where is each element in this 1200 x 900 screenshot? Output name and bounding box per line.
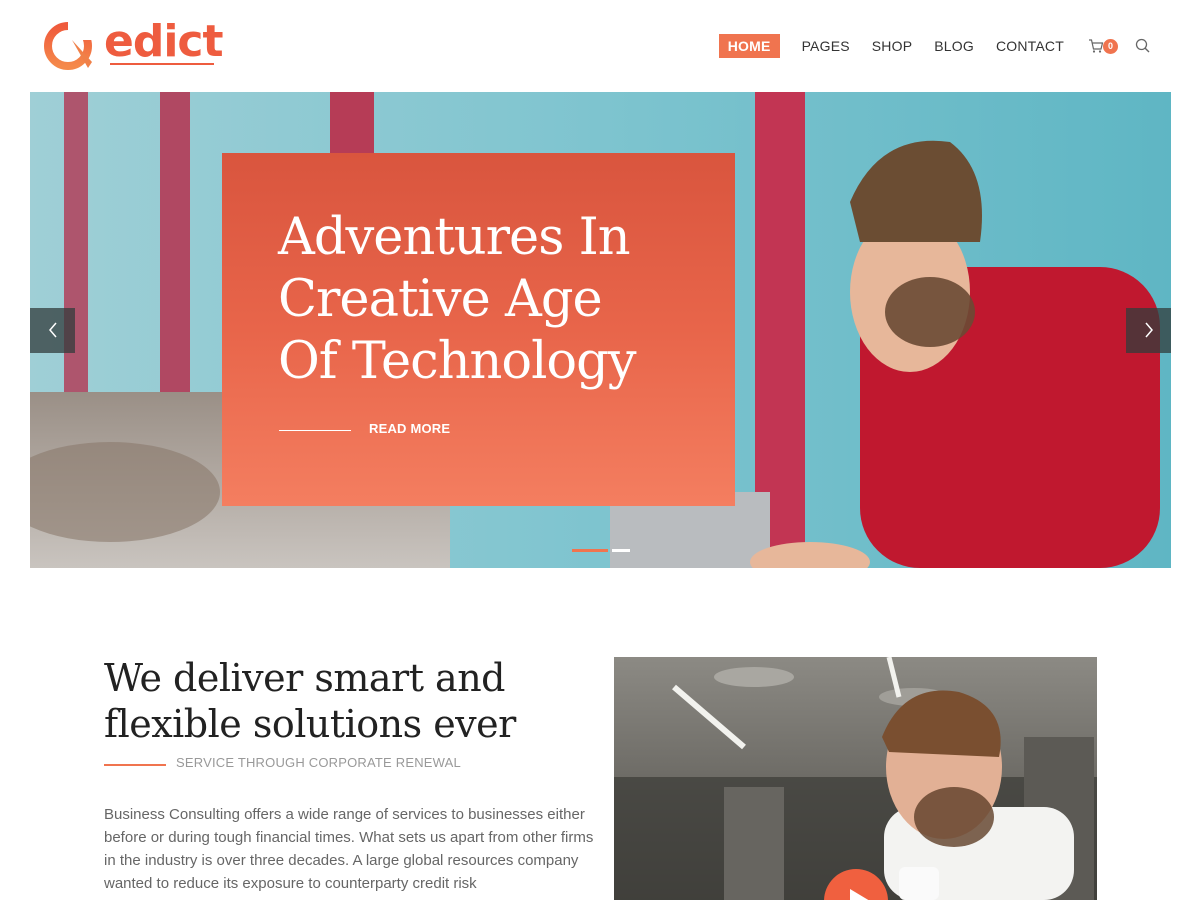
slider-next-button[interactable] [1126,308,1171,353]
site-header: edict HOME PAGES SHOP BLOG CONTACT 0 [0,0,1200,92]
read-more-link[interactable]: READ MORE [369,421,450,436]
logo-mark-icon [44,22,94,70]
section-heading-line: flexible solutions ever [104,702,516,746]
chevron-left-icon [48,322,57,338]
logo-underline [110,63,214,65]
slide-title: Adventures In Creative Age Of Technology [278,207,718,393]
cart-count-badge: 0 [1103,39,1118,54]
read-more-divider [279,430,351,431]
cart-button[interactable]: 0 [1088,34,1120,58]
slider-dot[interactable] [612,549,630,552]
slide-title-line: Adventures In [278,208,631,267]
search-icon [1135,38,1150,53]
slider-prev-button[interactable] [30,308,75,353]
hero-slider[interactable]: Adventures In Creative Age Of Technology… [30,92,1171,568]
slider-pagination [572,549,634,552]
slide-title-line: Creative Age [278,270,603,329]
nav-item-shop[interactable]: SHOP [872,34,912,58]
slide-caption-box: Adventures In Creative Age Of Technology… [222,153,735,506]
chevron-right-icon [1144,322,1153,338]
nav-item-blog[interactable]: BLOG [934,34,974,58]
play-icon [850,889,869,900]
intro-photo-image [614,657,1097,900]
logo-text: edict [104,16,224,67]
section-body-text: Business Consulting offers a wide range … [104,806,594,892]
play-video-button[interactable] [824,869,888,900]
section-heading: We deliver smart and flexible solutions … [104,655,604,747]
nav-item-home[interactable]: HOME [718,34,780,58]
section-heading-line: We deliver smart and [104,656,506,700]
search-button[interactable] [1134,34,1152,58]
nav-item-contact[interactable]: CONTACT [996,34,1064,58]
intro-video-thumbnail[interactable] [614,657,1097,900]
subheading-divider [104,764,166,766]
nav-item-pages[interactable]: PAGES [802,34,850,58]
cart-icon [1089,39,1104,53]
slider-dot-active[interactable] [572,549,608,552]
slide-title-line: Of Technology [278,332,637,391]
main-nav: HOME PAGES SHOP BLOG CONTACT 0 [718,34,1152,58]
section-subheading: SERVICE THROUGH CORPORATE RENEWAL [176,755,461,770]
site-logo[interactable]: edict [42,16,224,76]
